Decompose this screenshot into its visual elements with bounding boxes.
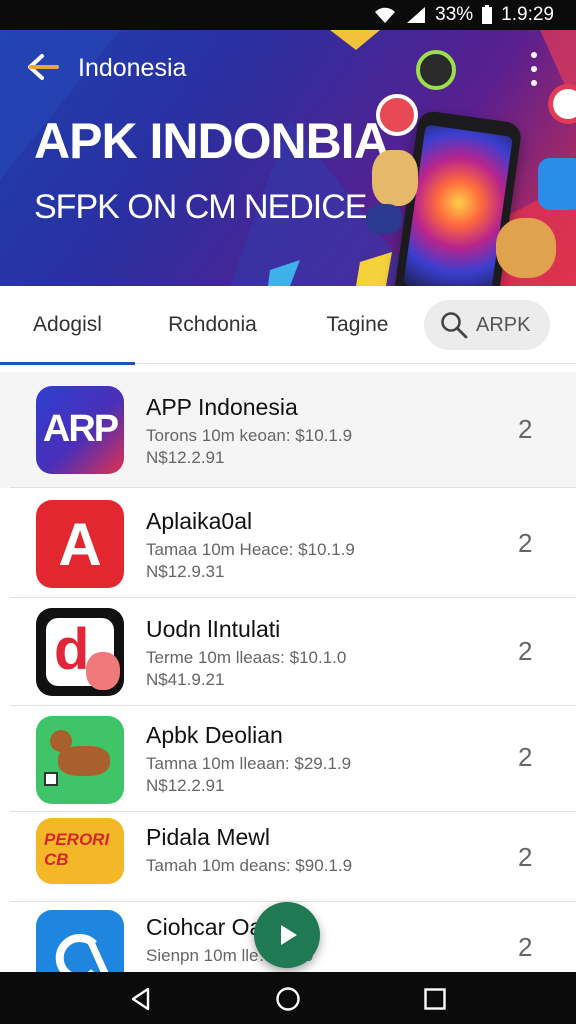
app-name: Apbk Deolian [146, 722, 283, 748]
row-action-button[interactable]: 2 [518, 742, 532, 773]
app-icon-dog [36, 716, 124, 804]
app-icon-pidala: PERORI CB [36, 818, 124, 884]
app-name: Pidala Mewl [146, 824, 270, 850]
app-icon-text: A [58, 511, 102, 578]
app-meta: Torons 10m keoan: $10.1.9 [146, 426, 353, 445]
search-icon [441, 312, 468, 339]
nav-home-icon[interactable] [275, 986, 301, 1012]
app-meta: Tamaa 10m Heace: $10.1.9 [146, 540, 355, 559]
app-meta: Tamah 10m deans: $90.1.9 [146, 856, 353, 875]
search-button[interactable]: ARPK [424, 300, 550, 350]
battery-icon [481, 5, 493, 25]
app-icon-text: ARP [42, 408, 119, 450]
search-label: ARPK [476, 313, 531, 336]
app-list: ARP APP Indonesia Torons 10m keoan: $10.… [0, 372, 576, 972]
list-item[interactable]: ARP APP Indonesia Torons 10m keoan: $10.… [0, 372, 576, 488]
nav-back-icon[interactable] [128, 986, 154, 1012]
app-name: Aplaika0al [146, 508, 253, 534]
play-icon [281, 925, 297, 945]
banner-headline: APK INDONBIA [34, 113, 390, 169]
row-action-button[interactable]: 2 [518, 414, 532, 445]
row-action-button[interactable]: 2 [518, 932, 532, 963]
system-nav-bar [0, 972, 576, 1024]
battery-percent: 33% [435, 4, 474, 25]
back-arrow-icon[interactable] [26, 52, 60, 82]
app-icon-ciohcar [36, 910, 124, 972]
banner-subtitle: SFPK ON CM NEDICE [34, 188, 367, 226]
list-item[interactable]: d Uodn lIntulati Terme 10m lleaas: $10.1… [0, 598, 576, 706]
tab-rchdonia[interactable]: Rchdonia [140, 286, 285, 364]
status-bar: 33% 1.9:29 [0, 0, 576, 30]
row-action-button[interactable]: 2 [518, 636, 532, 667]
banner-title: Indonesia [78, 54, 187, 82]
app-icon-text: PERORI CB [44, 830, 110, 869]
app-icon-text: d [54, 617, 90, 682]
app-meta-secondary: N$12.2.91 [146, 448, 225, 467]
app-name: Ciohcar Oal [146, 914, 268, 940]
tab-label: Adogisl [33, 313, 102, 336]
app-name: APP Indonesia [146, 394, 298, 420]
sticker-camera-icon [416, 50, 456, 90]
sticker-robot-icon [376, 94, 418, 136]
app-icon-uodn: d [36, 608, 124, 696]
app-meta-secondary: N$41.9.21 [146, 670, 225, 689]
tab-label: Tagine [326, 313, 389, 336]
tab-bar: Adogisl Rchdonia Tagine ARPK [0, 286, 576, 365]
tab-adogisl[interactable]: Adogisl [0, 286, 135, 365]
sticker-bear-icon [372, 150, 418, 206]
clock: 1.9:29 [501, 4, 554, 25]
tab-label: Rchdonia [168, 313, 257, 336]
nav-recents-icon[interactable] [422, 986, 448, 1012]
sticker-bird-icon [538, 158, 576, 210]
app-meta-secondary: N$12.2.91 [146, 776, 225, 795]
kebab-menu-icon[interactable] [526, 52, 542, 86]
app-icon-arp: ARP [36, 386, 124, 474]
app-icon-aplaika: A [36, 500, 124, 588]
app-meta: Tamna 10m lleaan: $29.1.9 [146, 754, 352, 773]
app-meta: Terme 10m lleaas: $10.1.0 [146, 648, 347, 667]
sticker-helmet-icon [366, 204, 402, 234]
row-action-button[interactable]: 2 [518, 842, 532, 873]
app-meta-secondary: N$12.9.31 [146, 562, 225, 581]
wifi-icon [373, 5, 397, 25]
list-item[interactable]: PERORI CB Pidala Mewl Tamah 10m deans: $… [0, 812, 576, 902]
signal-icon [405, 5, 427, 25]
list-item[interactable]: A Aplaika0al Tamaa 10m Heace: $10.1.9 N$… [0, 488, 576, 598]
list-item[interactable]: Apbk Deolian Tamna 10m lleaan: $29.1.9 N… [0, 706, 576, 812]
app-name: Uodn lIntulati [146, 616, 281, 642]
tab-tagine[interactable]: Tagine [290, 286, 425, 364]
sticker-dog-icon [496, 218, 556, 278]
play-button[interactable] [254, 902, 320, 968]
hero-banner: Indonesia APK INDONBIA SFPK ON CM NEDICE [0, 30, 576, 286]
row-action-button[interactable]: 2 [518, 528, 532, 559]
